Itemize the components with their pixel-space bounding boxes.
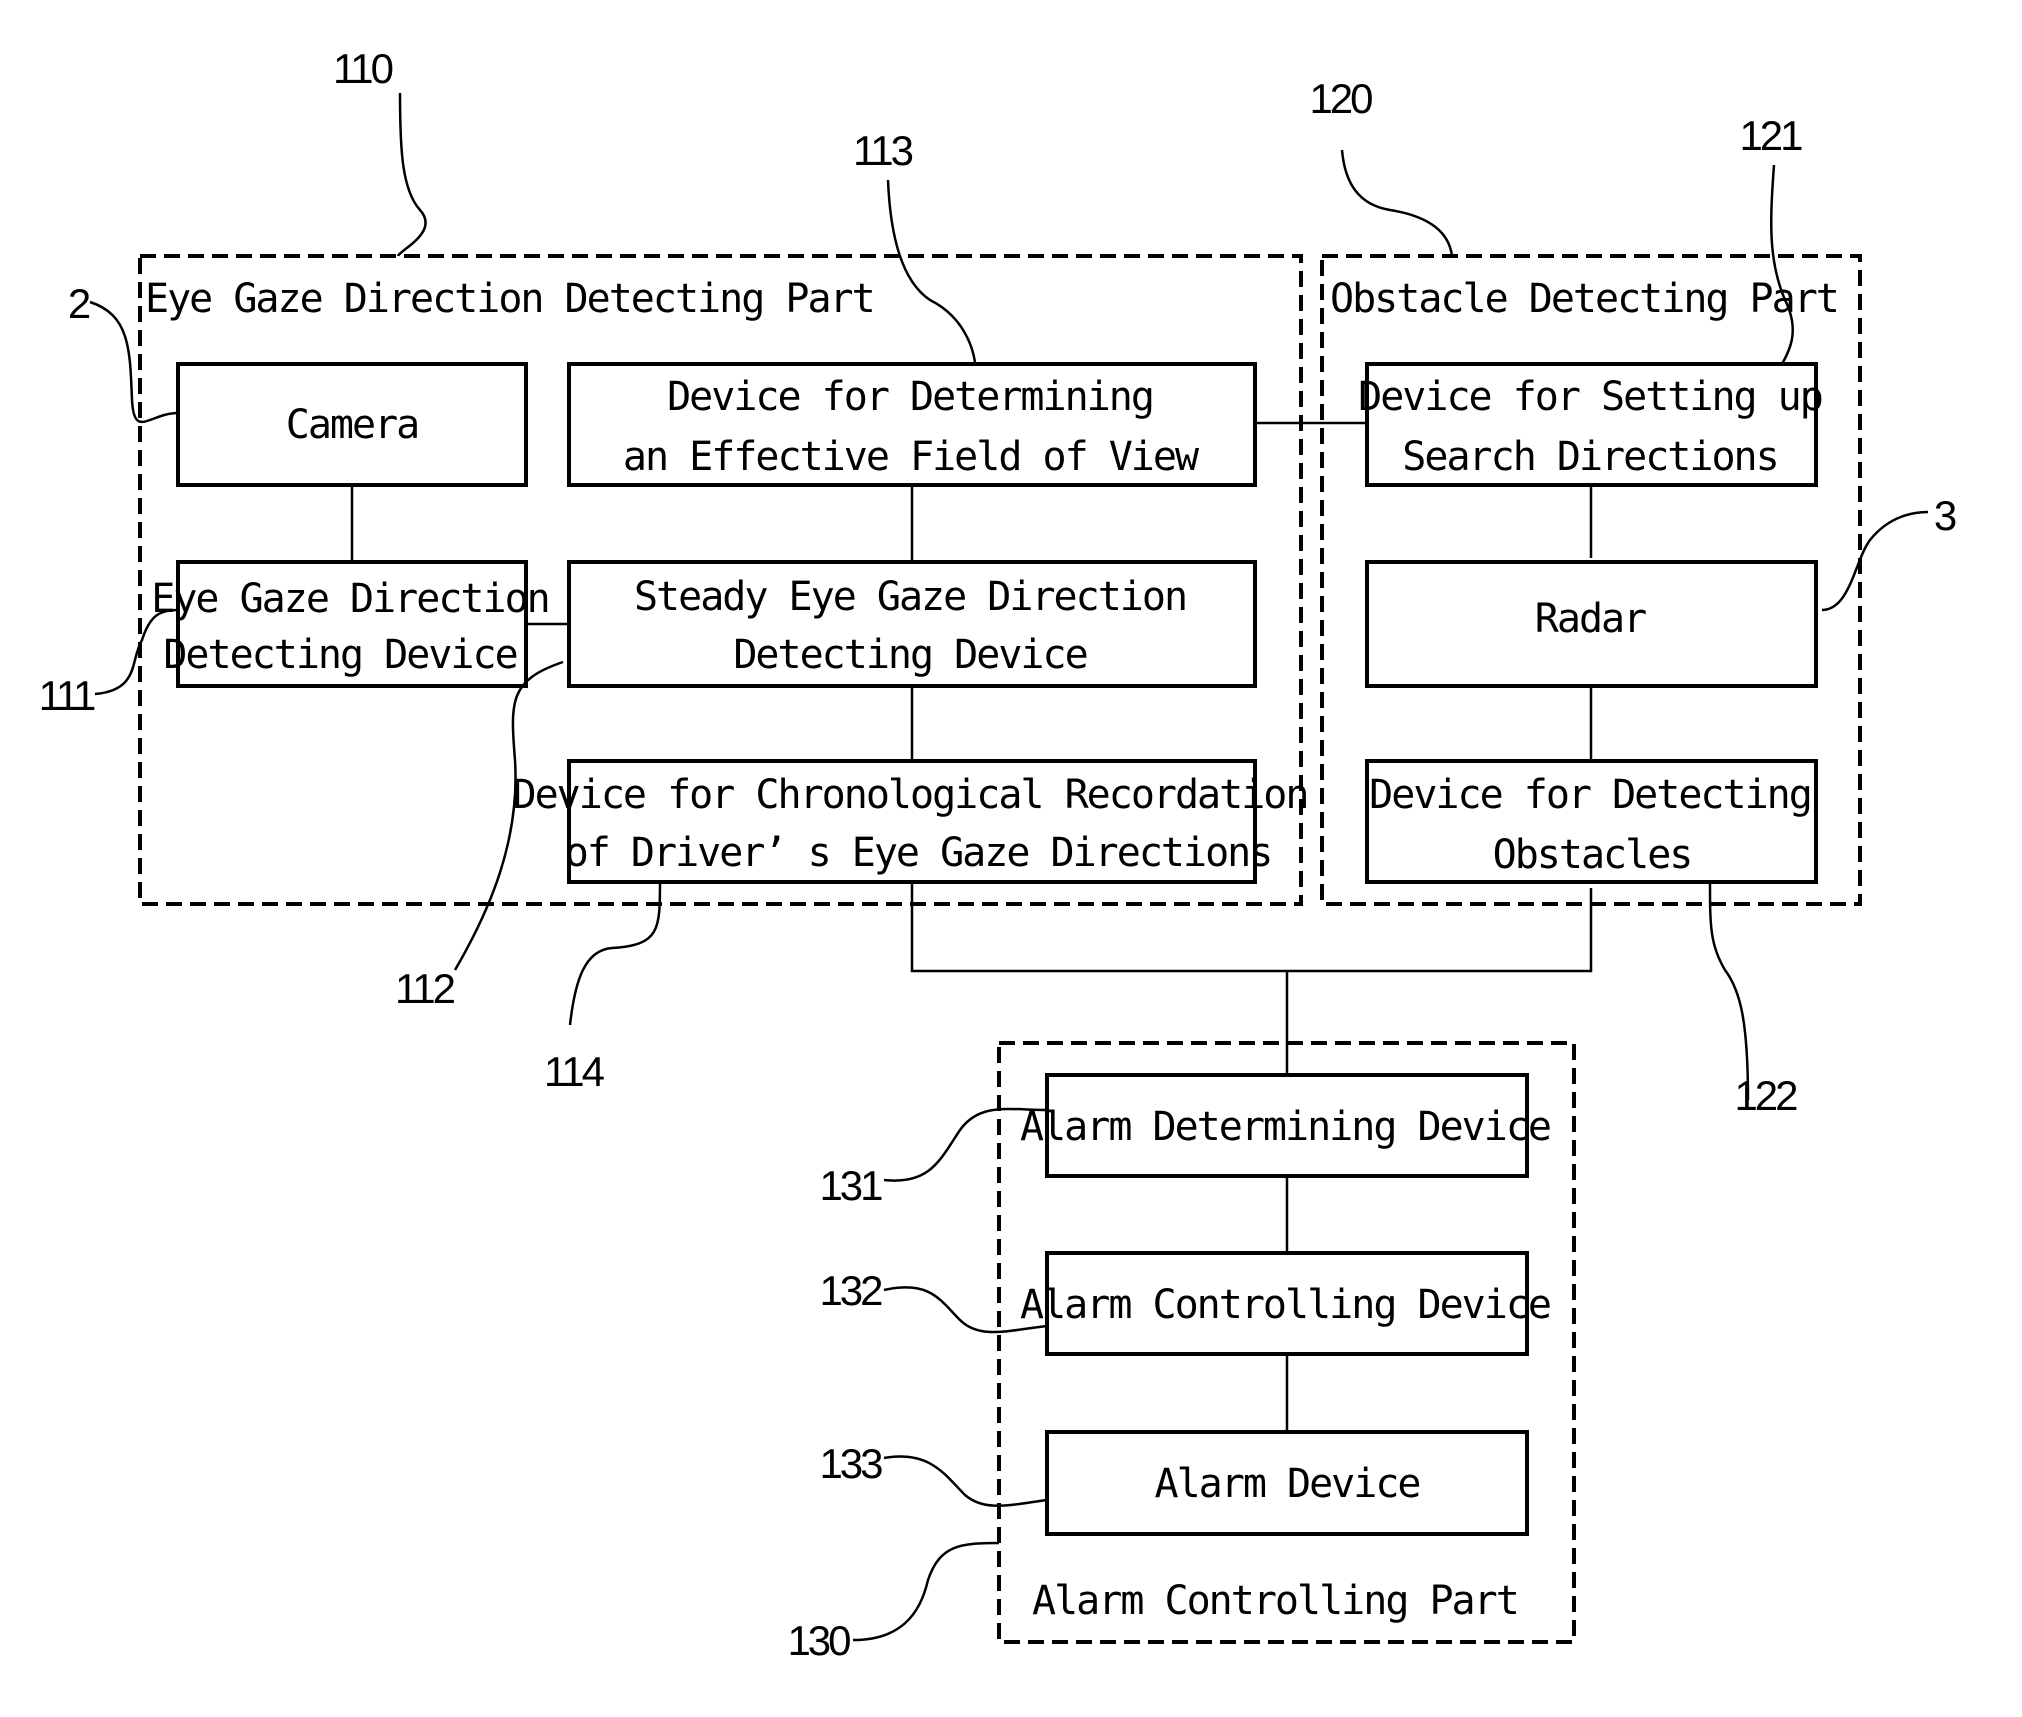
ref-113: 113 xyxy=(853,127,913,174)
steady-label-2: Detecting Device xyxy=(733,632,1086,678)
ref-122: 122 xyxy=(1734,1072,1797,1119)
ref-2: 2 xyxy=(68,280,90,327)
chronological-label-1: Device for Chronological Recordation xyxy=(513,772,1308,818)
block-alarm-determining-device: Alarm Determining Device xyxy=(1020,1073,1552,1178)
eye-gaze-device-label-1: Eye Gaze Direction xyxy=(151,576,548,622)
ref-131: 131 xyxy=(819,1162,882,1209)
block-search-directions-device: Device for Setting up Search Directions xyxy=(1358,362,1824,487)
block-eye-gaze-detecting-device: Eye Gaze Direction Detecting Device xyxy=(151,560,551,688)
chronological-label-2: of Driver’ s Eye Gaze Directions xyxy=(565,830,1272,876)
leader-133 xyxy=(883,1455,1048,1507)
fov-label-2: an Effective Field of View xyxy=(623,434,1200,480)
ref-110: 110 xyxy=(333,45,393,92)
ref-120: 120 xyxy=(1309,75,1372,122)
ref-121: 121 xyxy=(1739,112,1802,159)
search-label-2: Search Directions xyxy=(1402,434,1777,480)
leader-121 xyxy=(1770,164,1794,365)
leader-130 xyxy=(852,1541,1000,1642)
block-steady-eye-gaze-device: Steady Eye Gaze Direction Detecting Devi… xyxy=(567,560,1257,688)
leader-114 xyxy=(568,879,662,1026)
obstacles-label-1: Device for Detecting xyxy=(1369,772,1811,818)
camera-label: Camera xyxy=(286,402,419,448)
alarm-part-title: Alarm Controlling Part xyxy=(1032,1578,1518,1624)
alarm-device-label: Alarm Device xyxy=(1155,1461,1420,1507)
block-alarm-controlling-device: Alarm Controlling Device xyxy=(1020,1251,1552,1356)
alarm-controlling-label: Alarm Controlling Device xyxy=(1020,1282,1550,1328)
ref-133: 133 xyxy=(819,1440,882,1487)
eye-gaze-device-label-2: Detecting Device xyxy=(163,632,516,678)
fov-label-1: Device for Determining xyxy=(667,374,1153,420)
ref-112: 112 xyxy=(395,965,455,1012)
leader-120 xyxy=(1340,149,1454,257)
leader-122 xyxy=(1708,881,1750,1101)
ref-111: 111 xyxy=(39,672,95,719)
steady-label-1: Steady Eye Gaze Direction xyxy=(634,574,1186,620)
obstacle-part-title: Obstacle Detecting Part xyxy=(1330,276,1838,322)
radar-label: Radar xyxy=(1535,596,1646,642)
block-chronological-device: Device for Chronological Recordation of … xyxy=(513,759,1309,884)
block-effective-fov-device: Device for Determining an Effective Fiel… xyxy=(567,362,1257,487)
block-camera: Camera xyxy=(176,362,528,487)
leader-3 xyxy=(1821,510,1929,612)
obstacles-label-2: Obstacles xyxy=(1493,832,1692,878)
leader-110 xyxy=(396,92,427,257)
eye-gaze-part-title: Eye Gaze Direction Detecting Part xyxy=(145,276,874,322)
ref-130: 130 xyxy=(787,1617,850,1664)
block-radar: Radar xyxy=(1365,560,1818,688)
alarm-determining-label: Alarm Determining Device xyxy=(1020,1104,1550,1150)
wire-merge-bus xyxy=(910,882,1593,973)
search-label-1: Device for Setting up xyxy=(1358,374,1822,420)
block-alarm-device: Alarm Device xyxy=(1045,1430,1529,1536)
block-diagram: Eye Gaze Direction Detecting Part Obstac… xyxy=(39,45,1959,1664)
ref-114: 114 xyxy=(544,1048,605,1095)
ref-132: 132 xyxy=(819,1267,882,1314)
block-obstacle-detecting-device: Device for Detecting Obstacles xyxy=(1365,759,1818,884)
leader-113 xyxy=(886,179,977,365)
ref-3: 3 xyxy=(1934,492,1956,539)
